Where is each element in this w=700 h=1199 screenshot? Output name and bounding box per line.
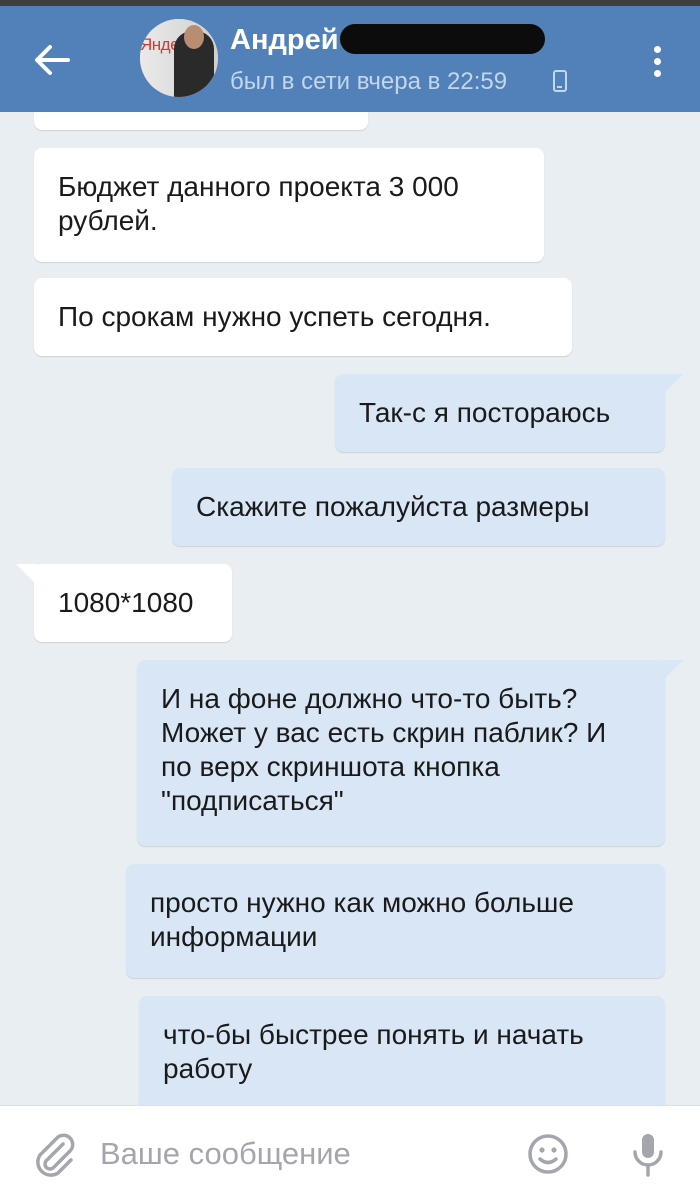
message-incoming[interactable]: Бюджет данного проекта 3 000 рублей. bbox=[34, 148, 544, 262]
phone-icon bbox=[553, 70, 567, 92]
arrow-left-icon bbox=[35, 45, 70, 75]
avatar[interactable]: Яндек bbox=[140, 19, 218, 97]
chat-header: Яндек Андрей был в сети вчера в 22:59 bbox=[0, 6, 700, 112]
paperclip-icon bbox=[36, 1133, 75, 1177]
message-outgoing[interactable]: Скажите пожалуйста размеры bbox=[172, 468, 665, 546]
message-incoming[interactable]: 1080*1080 bbox=[16, 564, 232, 642]
mic-button[interactable] bbox=[626, 1130, 670, 1180]
message-outgoing[interactable]: просто нужно как можно больше информации bbox=[126, 864, 665, 978]
smiley-icon bbox=[528, 1134, 568, 1174]
last-seen-status: был в сети вчера в 22:59 bbox=[230, 68, 508, 95]
back-button[interactable] bbox=[20, 28, 84, 92]
attach-button[interactable] bbox=[30, 1130, 80, 1180]
message-outgoing[interactable]: что-бы быстрее понять и начать работу bbox=[139, 996, 665, 1105]
redaction-mark bbox=[340, 24, 545, 54]
message-incoming[interactable]: По срокам нужно успеть сегодня. bbox=[34, 278, 572, 356]
message-outgoing[interactable]: И на фоне должно что-то быть? Может у ва… bbox=[137, 660, 683, 846]
message-composer bbox=[0, 1105, 700, 1199]
message-input[interactable] bbox=[100, 1124, 500, 1184]
contact-name[interactable]: Андрей bbox=[230, 24, 339, 57]
message-incoming[interactable] bbox=[34, 112, 368, 130]
more-menu-button[interactable] bbox=[640, 36, 674, 86]
message-outgoing[interactable]: Так-с я постораюсь bbox=[335, 374, 683, 452]
more-vertical-icon bbox=[653, 45, 661, 53]
message-list[interactable]: Бюджет данного проекта 3 000 рублей. По … bbox=[0, 112, 700, 1105]
microphone-icon bbox=[633, 1134, 663, 1177]
emoji-button[interactable] bbox=[526, 1132, 570, 1176]
